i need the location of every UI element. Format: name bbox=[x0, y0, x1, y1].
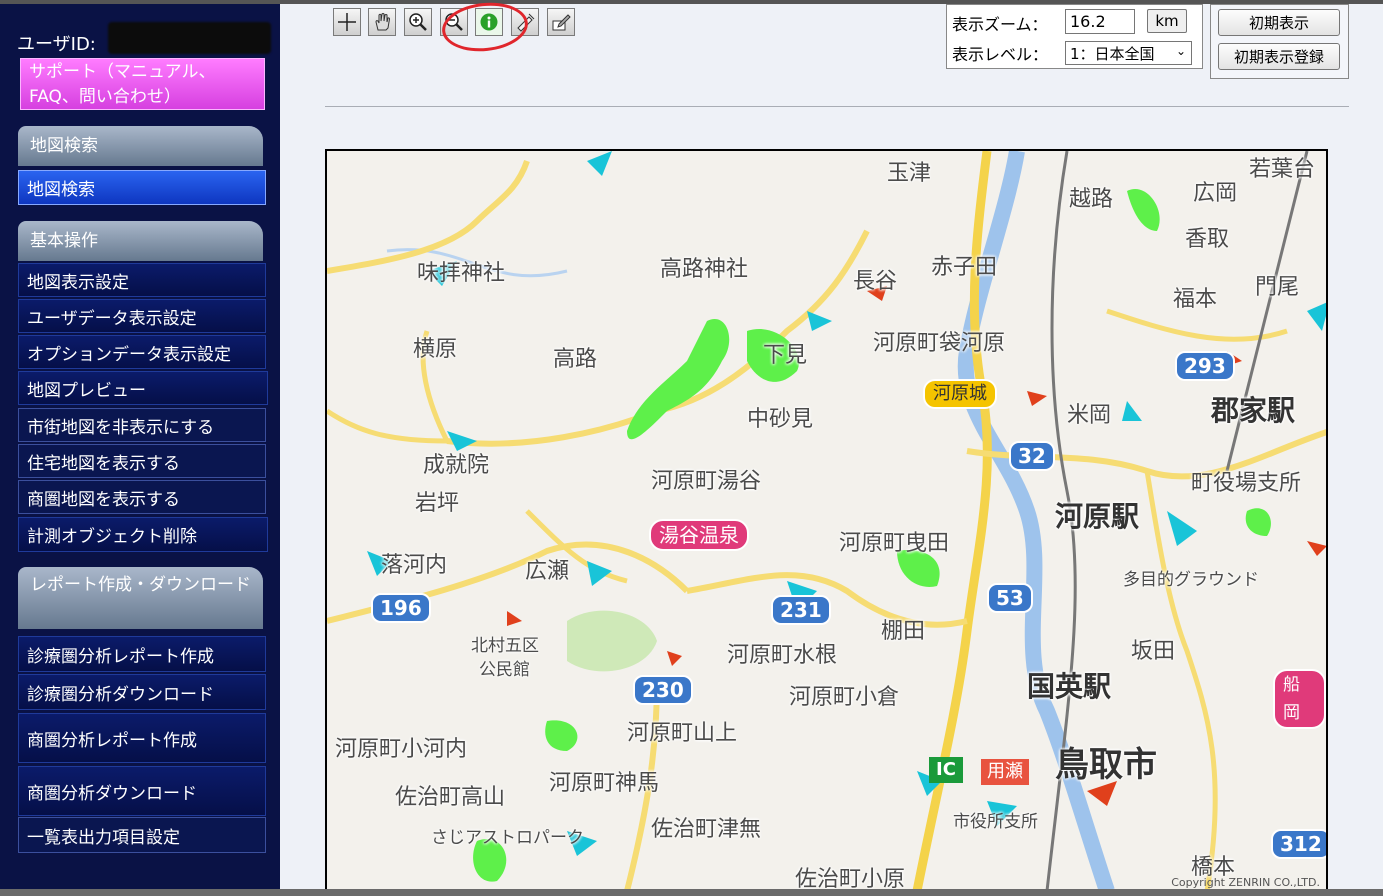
chevron-down-icon: ⌄ bbox=[1175, 44, 1186, 58]
kawahara-castle-label: 河原城 bbox=[923, 379, 997, 409]
map-label: 越路 bbox=[1069, 187, 1114, 212]
map-label: 中砂見 bbox=[747, 407, 814, 432]
zoom-panel: 表示ズーム： km 表示レベル： 1：日本全国 ⌄ bbox=[946, 4, 1203, 69]
list-output-settings[interactable]: 一覧表出力項目設定 bbox=[18, 817, 266, 853]
route-shield: 230 bbox=[633, 675, 693, 705]
route-shield: 32 bbox=[1009, 441, 1055, 471]
map-label: 味拝神社 bbox=[417, 261, 506, 286]
level-select[interactable]: 1：日本全国 ⌄ bbox=[1065, 41, 1192, 65]
option-data-display-settings[interactable]: オプションデータ表示設定 bbox=[18, 335, 266, 369]
map-label: 高路神社 bbox=[660, 257, 749, 282]
map-label: 横原 bbox=[413, 337, 458, 362]
map-label: 福本 bbox=[1173, 287, 1218, 312]
register-initial-view-button[interactable]: 初期表示登録 bbox=[1218, 43, 1340, 70]
map-label: 下見 bbox=[763, 343, 808, 368]
map-preview[interactable]: 地図プレビュー bbox=[18, 371, 268, 405]
map-label: 町役場支所 bbox=[1191, 471, 1302, 496]
map-label: 坂田 bbox=[1131, 639, 1176, 664]
route-shield: 231 bbox=[771, 595, 831, 625]
section-reports: レポート作成・ダウンロード bbox=[18, 567, 263, 629]
edit-pen-icon[interactable] bbox=[547, 8, 575, 36]
clinic-area-report-create[interactable]: 診療圏分析レポート作成 bbox=[18, 636, 266, 672]
section-map-search: 地図検索 bbox=[18, 126, 263, 166]
map-label: 郡家駅 bbox=[1211, 394, 1296, 427]
crosshair-icon[interactable] bbox=[333, 8, 361, 36]
map-canvas[interactable]: 玉津 越路 広岡 若葉台 香取 味拝神社 高路神社 長谷 赤子田 福本 門尾 横… bbox=[325, 149, 1328, 889]
delete-measurement-objects[interactable]: 計測オブジェクト削除 bbox=[18, 517, 268, 552]
map-label: 長谷 bbox=[853, 269, 898, 294]
section-basic-ops: 基本操作 bbox=[18, 221, 263, 261]
map-label: 広岡 bbox=[1193, 181, 1238, 206]
map-copyright: Copyright ZENRIN CO.,LTD. bbox=[1171, 876, 1320, 889]
map-label: 河原町袋河原 bbox=[873, 331, 1006, 356]
onsen-label: 湯谷温泉 bbox=[649, 519, 749, 551]
map-label: 河原町神馬 bbox=[549, 771, 660, 796]
map-display-settings[interactable]: 地図表示設定 bbox=[18, 263, 266, 297]
map-label: 棚田 bbox=[881, 619, 926, 644]
level-select-value: 1：日本全国 bbox=[1070, 44, 1155, 63]
map-label: 河原町水根 bbox=[727, 643, 838, 668]
map-label: 成就院 bbox=[423, 453, 490, 478]
divider bbox=[325, 106, 1349, 107]
map-label: 玉津 bbox=[887, 161, 932, 186]
map-label: 赤子田 bbox=[931, 255, 998, 280]
map-label: 若葉台 bbox=[1249, 157, 1316, 182]
map-label: 鳥取市 bbox=[1055, 745, 1157, 785]
clinic-area-download[interactable]: 診療圏分析ダウンロード bbox=[18, 674, 266, 710]
map-label: 河原町湯谷 bbox=[651, 469, 762, 494]
map-label: 落河内 bbox=[381, 553, 448, 578]
map-label: 河原町山上 bbox=[627, 721, 738, 746]
map-label: 河原町小倉 bbox=[789, 685, 900, 710]
initial-view-panel: 初期表示 初期表示登録 bbox=[1210, 4, 1349, 79]
map-label: 佐治町小原 bbox=[795, 867, 906, 889]
route-shield: 53 bbox=[987, 583, 1033, 613]
map-label: 岩坪 bbox=[415, 491, 460, 516]
route-shield: 293 bbox=[1175, 351, 1235, 381]
mochigase-label: 用瀬 bbox=[981, 759, 1029, 785]
map-label: 門尾 bbox=[1255, 275, 1300, 300]
route-shield: 312 bbox=[1271, 829, 1326, 859]
map-label: 公民館 bbox=[479, 660, 530, 680]
map-label: 河原町小河内 bbox=[335, 737, 468, 762]
map-label: 河原町曳田 bbox=[839, 531, 950, 556]
initial-view-button[interactable]: 初期表示 bbox=[1218, 9, 1340, 36]
map-search-button[interactable]: 地図検索 bbox=[18, 170, 266, 205]
map-label: さじアストロパーク bbox=[431, 828, 584, 848]
km-button[interactable]: km bbox=[1147, 9, 1187, 33]
trade-area-report-create[interactable]: 商圏分析レポート作成 bbox=[18, 713, 266, 763]
sidebar: ユーザID: サポート（マニュアル、FAQ、問い合わせ） 地図検索 地図検索 基… bbox=[0, 4, 280, 889]
user-id-label: ユーザID: bbox=[17, 34, 96, 55]
funaoka-label: 船岡 bbox=[1273, 669, 1326, 729]
map-label: 香取 bbox=[1185, 227, 1230, 252]
level-label: 表示レベル： bbox=[952, 45, 1049, 64]
zoom-label: 表示ズーム： bbox=[952, 15, 1048, 34]
map-label: 北村五区 bbox=[471, 636, 539, 656]
show-trade-area-map[interactable]: 商圏地図を表示する bbox=[18, 480, 266, 514]
map-label: 佐治町津無 bbox=[651, 817, 762, 842]
zoom-input[interactable] bbox=[1065, 9, 1135, 34]
map-label: 市役所支所 bbox=[953, 812, 1038, 832]
support-button[interactable]: サポート（マニュアル、FAQ、問い合わせ） bbox=[20, 58, 265, 110]
window-bottom-edge bbox=[0, 889, 1383, 896]
map-label: 多目的グラウンド bbox=[1123, 570, 1259, 590]
trade-area-download[interactable]: 商圏分析ダウンロード bbox=[18, 766, 266, 816]
map-label: 河原駅 bbox=[1055, 500, 1140, 533]
user-data-display-settings[interactable]: ユーザデータ表示設定 bbox=[18, 299, 266, 333]
route-shield: 196 bbox=[371, 593, 431, 623]
map-label: 高路 bbox=[553, 347, 598, 372]
hand-pan-icon[interactable] bbox=[368, 8, 396, 36]
zoom-in-icon[interactable] bbox=[404, 8, 432, 36]
show-residential-map[interactable]: 住宅地図を表示する bbox=[18, 444, 266, 478]
user-id-redaction bbox=[108, 22, 271, 54]
map-label: 米岡 bbox=[1067, 403, 1112, 428]
map-label: 佐治町高山 bbox=[395, 785, 506, 810]
hide-city-map[interactable]: 市街地図を非表示にする bbox=[18, 408, 266, 442]
map-label: 広瀬 bbox=[525, 559, 570, 584]
ic-label: IC bbox=[929, 757, 963, 783]
park bbox=[567, 610, 657, 672]
map-label: 国英駅 bbox=[1027, 670, 1112, 703]
